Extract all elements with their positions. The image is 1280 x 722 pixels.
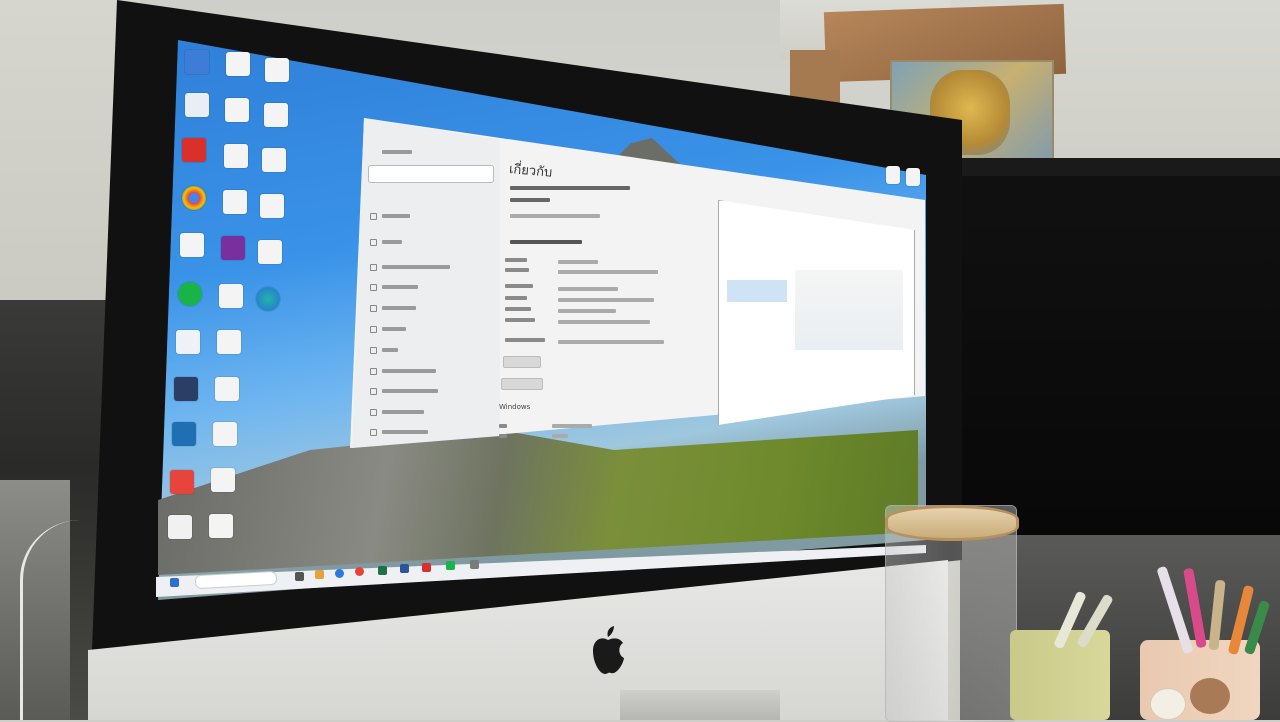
desktop-icon-acrobat[interactable] bbox=[182, 138, 206, 162]
device-model bbox=[510, 214, 600, 218]
apple-logo-icon bbox=[593, 626, 624, 675]
rename-pc-button[interactable] bbox=[501, 378, 543, 390]
sidebar-icon bbox=[370, 213, 377, 220]
desktop-icon-doc[interactable] bbox=[258, 240, 282, 264]
desktop-icon-line[interactable] bbox=[178, 282, 202, 306]
spec-label bbox=[505, 284, 533, 288]
sidebar-item-system[interactable] bbox=[382, 214, 410, 218]
imac-stand bbox=[620, 690, 780, 720]
bear-figure-brown bbox=[1190, 678, 1230, 714]
line-icon[interactable] bbox=[446, 561, 455, 570]
sidebar-icon bbox=[370, 388, 377, 395]
glass-jar-lid bbox=[885, 505, 1019, 541]
copy-button[interactable] bbox=[503, 356, 541, 368]
desktop-icon-doc[interactable] bbox=[217, 330, 241, 354]
secondary-monitor-top-bezel bbox=[955, 158, 1280, 176]
sidebar-item-bluetooth[interactable] bbox=[382, 240, 402, 244]
excel-icon[interactable] bbox=[378, 566, 387, 575]
spec-value bbox=[552, 434, 568, 438]
desktop-icon-app3[interactable] bbox=[221, 236, 245, 260]
spec-value bbox=[558, 340, 664, 344]
spec-label bbox=[499, 434, 507, 438]
desktop-icon-remote[interactable] bbox=[172, 422, 196, 446]
desktop-icon-doc[interactable] bbox=[213, 422, 237, 446]
settings-icon[interactable] bbox=[470, 560, 479, 569]
sidebar-icon bbox=[370, 305, 377, 312]
spec-value bbox=[558, 320, 650, 324]
desktop-icon-doc[interactable] bbox=[209, 514, 233, 538]
desktop-icon-app2[interactable] bbox=[170, 470, 194, 494]
sidebar-icon bbox=[370, 368, 377, 375]
desktop-icon-doc[interactable] bbox=[223, 190, 247, 214]
acrobat-icon[interactable] bbox=[422, 563, 431, 572]
spec-value bbox=[558, 260, 598, 264]
sidebar-item-update[interactable] bbox=[382, 430, 428, 434]
edge-icon[interactable] bbox=[335, 569, 344, 578]
sidebar-item-apps[interactable] bbox=[382, 306, 416, 310]
sidebar-icon bbox=[370, 409, 377, 416]
desktop-icon-app[interactable] bbox=[185, 93, 209, 117]
sidebar-icon bbox=[370, 239, 377, 246]
preview-selected-row bbox=[727, 280, 787, 302]
spec-value bbox=[558, 270, 658, 274]
desktop-icon-file[interactable] bbox=[180, 233, 204, 257]
desktop-icon-doc[interactable] bbox=[215, 377, 239, 401]
desktop-icon-search-tool[interactable] bbox=[176, 330, 200, 354]
device-name-heading-2 bbox=[510, 198, 550, 202]
sidebar-icon bbox=[370, 347, 377, 354]
desktop-icon-mail[interactable] bbox=[174, 377, 198, 401]
desktop-icon-image[interactable] bbox=[262, 148, 286, 172]
sidebar-item-privacy[interactable] bbox=[382, 410, 424, 414]
desktop-icon-doc[interactable] bbox=[226, 52, 250, 76]
desktop-icon-image[interactable] bbox=[260, 194, 284, 218]
sidebar-item-network[interactable] bbox=[382, 265, 450, 269]
folder-icon[interactable] bbox=[315, 570, 324, 579]
spec-label bbox=[505, 268, 529, 272]
spec-label bbox=[505, 296, 527, 300]
spec-label bbox=[499, 424, 507, 428]
spec-label bbox=[505, 258, 527, 262]
sidebar-icon bbox=[370, 326, 377, 333]
preview-performance-graph bbox=[795, 270, 903, 350]
desktop-icon-recycle-bin[interactable] bbox=[185, 50, 209, 74]
device-name-heading bbox=[510, 186, 630, 190]
spec-label bbox=[505, 338, 545, 342]
sidebar-item-gaming[interactable] bbox=[382, 369, 436, 373]
sidebar-icon bbox=[370, 284, 377, 291]
spec-value bbox=[558, 287, 618, 291]
sidebar-item-accounts[interactable] bbox=[382, 327, 406, 331]
desktop-icon-doc[interactable] bbox=[168, 515, 192, 539]
sidebar-icon bbox=[370, 264, 377, 271]
spec-label bbox=[505, 307, 531, 311]
page-title: เกี่ยวกับ bbox=[508, 161, 553, 181]
desktop-icon-edge[interactable] bbox=[256, 287, 280, 311]
desktop-icon-doc[interactable] bbox=[906, 168, 920, 186]
word-icon[interactable] bbox=[400, 564, 409, 573]
spec-value bbox=[552, 424, 592, 428]
settings-search-input[interactable] bbox=[368, 165, 494, 183]
settings-account-name bbox=[382, 150, 412, 154]
desktop-icon-excel[interactable] bbox=[219, 284, 243, 308]
sidebar-item-time[interactable] bbox=[382, 348, 398, 352]
sidebar-icon bbox=[370, 429, 377, 436]
desktop-icon-excel[interactable] bbox=[224, 144, 248, 168]
spec-value bbox=[558, 298, 654, 302]
start-icon[interactable] bbox=[170, 578, 179, 587]
desktop-icon-excel[interactable] bbox=[264, 103, 288, 127]
spec-value bbox=[558, 309, 616, 313]
desktop-icon-doc[interactable] bbox=[886, 166, 900, 184]
taskbar-app-icon[interactable] bbox=[295, 572, 304, 581]
device-spec-heading bbox=[510, 240, 582, 244]
bear-figure-white bbox=[1150, 688, 1186, 720]
sidebar-item-accessibility[interactable] bbox=[382, 389, 438, 393]
spec-label bbox=[505, 318, 535, 322]
chrome-icon[interactable] bbox=[355, 567, 364, 576]
desktop-icon-chrome[interactable] bbox=[182, 186, 206, 210]
sidebar-item-personalization[interactable] bbox=[382, 285, 418, 289]
desktop-icon-doc[interactable] bbox=[225, 98, 249, 122]
desktop-icon-doc[interactable] bbox=[211, 468, 235, 492]
windows-spec-heading: Windows bbox=[499, 403, 531, 411]
desktop-icon-doc[interactable] bbox=[265, 58, 289, 82]
secondary-monitor bbox=[955, 158, 1280, 538]
